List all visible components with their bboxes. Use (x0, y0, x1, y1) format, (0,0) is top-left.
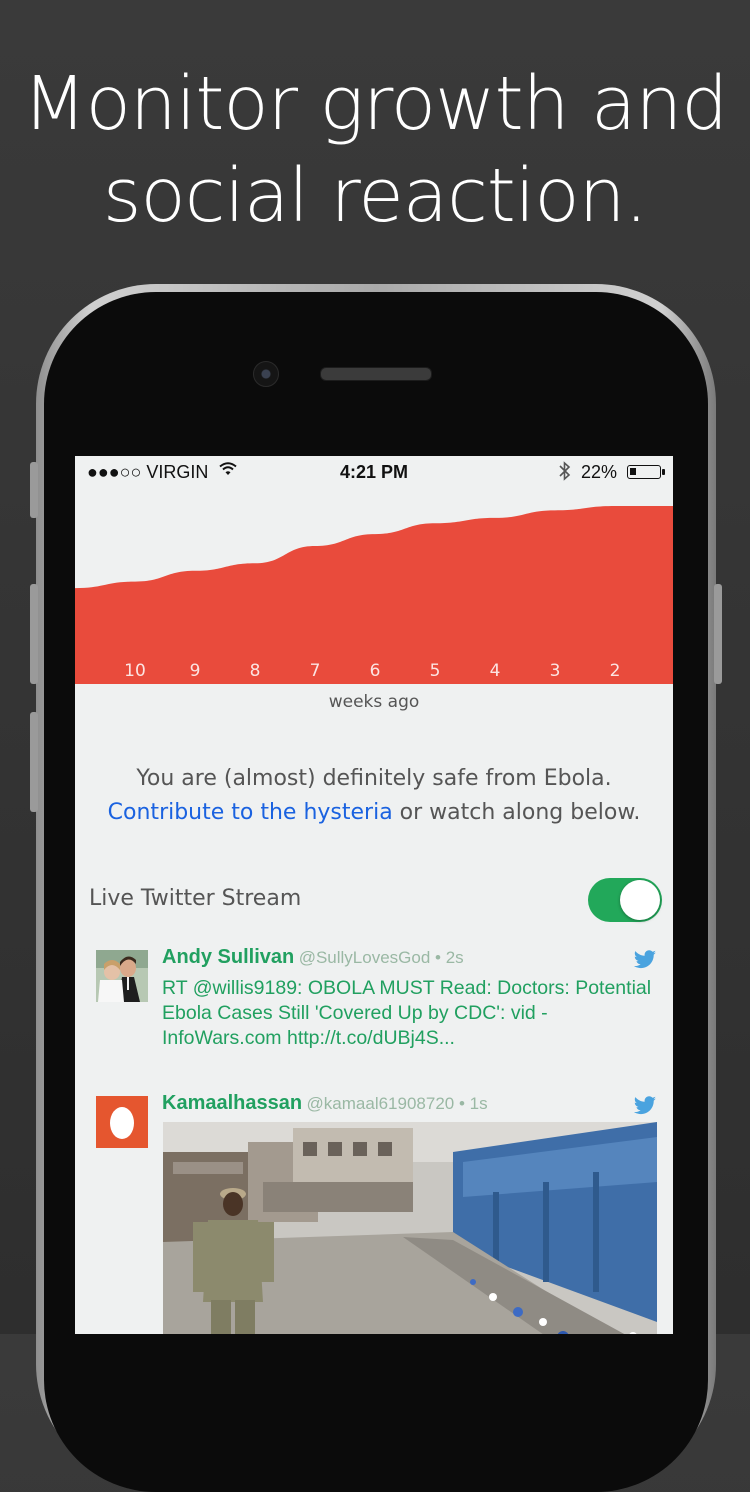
mute-switch (30, 462, 38, 518)
chart-x-tick-label: 4 (490, 661, 501, 681)
chart-x-tick-label: 9 (190, 661, 201, 681)
safety-message-rest: or watch along below. (392, 800, 641, 825)
live-stream-row: Live Twitter Stream (75, 876, 673, 926)
chart-x-tick-label: 6 (370, 661, 381, 681)
tweet-text: RT @willis9189: OBOLA MUST Read: Doctors… (162, 977, 652, 1049)
tweet-item[interactable]: Andy Sullivan @SullyLovesGod • 2s RT @wi… (75, 946, 673, 1060)
front-camera (253, 361, 279, 387)
chart-x-tick-label: 10 (124, 661, 146, 681)
tweet-item[interactable]: Kamaalhassan @kamaal61908720 • 1s (75, 1092, 673, 1334)
street-scene-photo-icon (163, 1122, 657, 1334)
safety-message: You are (almost) definitely safe from Eb… (75, 762, 673, 830)
tweet-handle-time: @kamaal61908720 • 1s (306, 1094, 488, 1113)
headline: Monitor growth and social reaction. (0, 58, 750, 242)
twitter-bird-icon (634, 1096, 656, 1115)
safety-message-line: You are (almost) definitely safe from Eb… (136, 766, 612, 791)
default-egg-avatar-icon (96, 1096, 148, 1148)
status-bar: ●●●○○ VIRGIN 4:21 PM 22% (75, 456, 673, 488)
safety-message-line-2: Contribute to the hysteria or watch alon… (75, 796, 673, 830)
tweet-author-name[interactable]: Andy Sullivan (162, 946, 294, 968)
battery-fill (630, 468, 637, 475)
battery-percent: 22% (581, 462, 618, 482)
chart-x-axis-label: weeks ago (328, 692, 420, 712)
growth-chart-svg: 10 9 8 7 6 5 4 3 2 (75, 506, 673, 684)
chart-x-tick-label: 3 (550, 661, 561, 681)
avatar-photo-icon (96, 950, 148, 1002)
contribute-link[interactable]: Contribute to the hysteria (108, 800, 393, 825)
tweet-author-name[interactable]: Kamaalhassan (162, 1092, 302, 1114)
tweet-header: Andy Sullivan @SullyLovesGod • 2s (162, 946, 464, 969)
volume-up-button (30, 584, 38, 684)
earpiece-speaker (320, 367, 432, 381)
headline-line-1: Monitor growth and (22, 61, 728, 147)
avatar[interactable] (96, 1096, 148, 1148)
chart-x-tick-label: 5 (430, 661, 441, 681)
twitter-bird-icon (634, 950, 656, 969)
growth-chart: 10 9 8 7 6 5 4 3 2 (75, 456, 673, 684)
battery-icon (627, 465, 665, 479)
bluetooth-icon (559, 461, 571, 481)
chart-x-tick-label: 8 (250, 661, 261, 681)
live-stream-label: Live Twitter Stream (89, 886, 302, 911)
chart-area-series (75, 506, 673, 684)
volume-down-button (30, 712, 38, 812)
power-button (714, 584, 722, 684)
live-stream-toggle[interactable] (588, 878, 662, 922)
tweet-photo[interactable] (163, 1122, 657, 1334)
phone-screen: 10 9 8 7 6 5 4 3 2 weeks ago ●●●○○ VIRGIN 4:21 P… (75, 456, 673, 1334)
headline-line-2: social reaction. (102, 153, 648, 239)
avatar[interactable] (96, 950, 148, 1002)
tweet-handle-time: @SullyLovesGod • 2s (298, 948, 464, 967)
chart-x-tick-label: 7 (310, 661, 321, 681)
chart-x-tick-label: 2 (610, 661, 621, 681)
tweet-header: Kamaalhassan @kamaal61908720 • 1s (162, 1092, 488, 1115)
toggle-knob (620, 880, 660, 920)
